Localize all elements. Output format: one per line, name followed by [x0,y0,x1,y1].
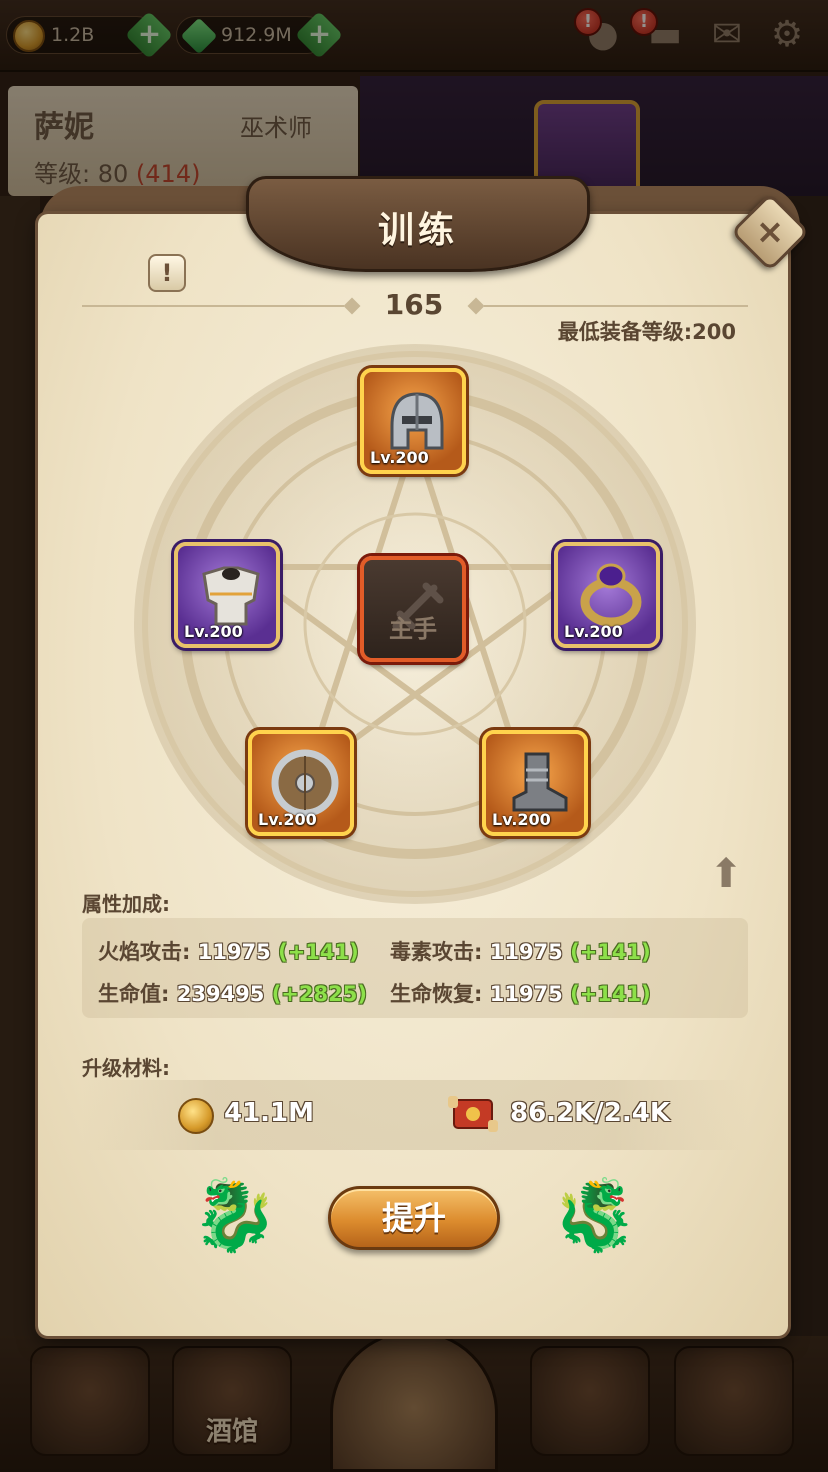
dialog-title-banner: 训练 [246,176,590,272]
helmet-slot[interactable]: Lv.200 [360,368,466,474]
stat-name: 毒素攻击: [390,940,483,964]
stat-bonus: (+2825) [271,982,367,1006]
stat-value: 11975 [197,940,271,964]
boots-slot[interactable]: Lv.200 [482,730,588,836]
stat-value: 11975 [489,982,563,1006]
ring-level: Lv.200 [564,622,623,641]
dragon-ornament-left-icon: 🐉 [191,1174,279,1256]
min-equipment-level: 最低装备等级:200 [557,320,736,344]
scroll-up-arrow-icon[interactable]: ⬆ [706,852,746,896]
shield-level: Lv.200 [258,810,317,829]
helmet-icon [390,392,444,450]
scroll-cost: 86.2K/2.4K [510,1098,670,1128]
upgrade-button[interactable]: 提升 [328,1186,500,1250]
dragon-ornament-right-icon: 🐉 [551,1174,639,1256]
scroll-icon [448,1096,498,1132]
materials-label: 升级材料: [82,1056,170,1080]
ring-icon [580,563,642,627]
stat-bonus: (+141) [570,982,651,1006]
shield-slot[interactable]: Lv.200 [248,730,354,836]
armor-level: Lv.200 [184,622,243,641]
boots-icon [512,752,568,812]
dialog-title: 训练 [377,210,458,251]
helmet-level: Lv.200 [370,448,429,467]
stat-value: 11975 [489,940,563,964]
ring-slot[interactable]: Lv.200 [554,542,660,648]
info-button[interactable]: ! [148,254,186,292]
coin-cost: 41.1M [224,1098,315,1128]
stat-bonus: (+141) [570,940,651,964]
main-hand-caption: 主手 [389,615,437,643]
close-icon: × [755,212,785,252]
main-hand-slot[interactable]: 主手 [360,556,466,662]
stat-name: 生命恢复: [390,982,483,1006]
stat-name: 生命值: [98,982,170,1006]
stat-health: 生命值: 239495 (+2825) [98,978,367,1008]
armor-slot[interactable]: Lv.200 [174,542,280,648]
stat-bonus: (+141) [278,940,359,964]
coin-icon [178,1098,214,1134]
shield-icon [271,749,339,817]
stat-fire-attack: 火焰攻击: 11975 (+141) [98,936,359,966]
stat-health-regen: 生命恢复: 11975 (+141) [390,978,651,1008]
boots-level: Lv.200 [492,810,551,829]
stat-value: 239495 [176,982,265,1006]
stat-poison-attack: 毒素攻击: 11975 (+141) [390,936,651,966]
armor-icon [202,566,260,626]
stat-name: 火焰攻击: [98,940,191,964]
attributes-label: 属性加成: [82,892,170,916]
